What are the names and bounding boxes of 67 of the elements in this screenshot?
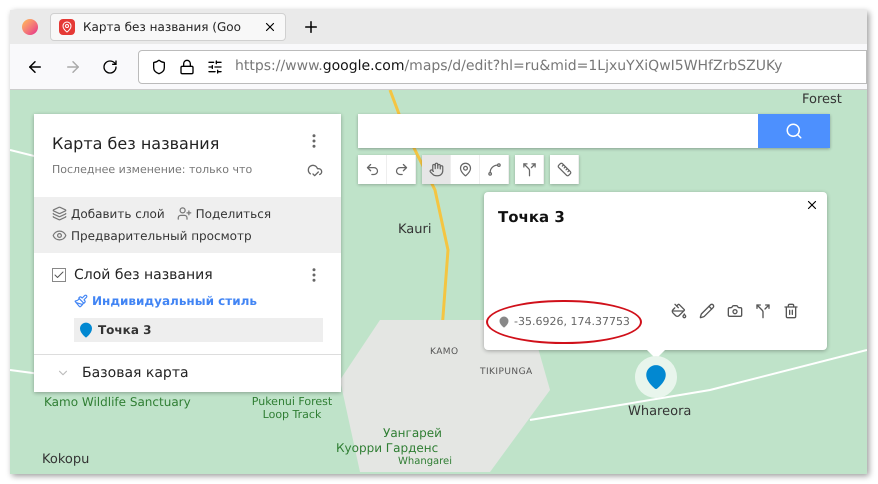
search-field[interactable] <box>358 114 758 148</box>
check-icon <box>53 269 65 281</box>
map-label: Уангарей <box>383 425 442 442</box>
map-label: Куорри Гарденс <box>336 440 438 456</box>
trash-icon[interactable] <box>783 302 799 319</box>
layer-name[interactable]: Слой без названия <box>74 264 213 286</box>
ruler-tool[interactable] <box>550 155 579 184</box>
tab-title: Карта без названия (Goo <box>83 19 242 36</box>
line-tool[interactable] <box>480 155 509 184</box>
lock-icon[interactable] <box>179 58 195 74</box>
redo-tool[interactable] <box>387 155 416 184</box>
ruler-icon <box>556 162 572 177</box>
paint-roller-icon <box>74 294 88 308</box>
url-text: https://www.google.com/maps/d/edit?hl=ru&mid=1LjxuYXiQwI5WHfZrbSZUKy <box>235 57 782 76</box>
map-pin-icon <box>59 19 75 35</box>
hand-tool[interactable] <box>422 155 451 184</box>
marker-icon[interactable] <box>635 356 677 398</box>
layer-checkbox[interactable] <box>52 268 66 282</box>
action-button[interactable]: Добавить слой <box>52 204 165 222</box>
marker-icon <box>458 162 472 177</box>
layers-icon <box>52 206 67 221</box>
action-button[interactable]: Поделиться <box>176 204 272 222</box>
map-label: TIKIPUNGA <box>480 366 533 379</box>
redo-icon <box>394 162 408 177</box>
map-label: Whangarei <box>398 455 452 469</box>
share-icon <box>176 206 192 221</box>
new-tab-icon[interactable] <box>302 18 320 36</box>
map-label: Kauri <box>398 221 432 239</box>
popup-title: Точка 3 <box>498 207 565 228</box>
shield-icon[interactable] <box>151 58 167 74</box>
close-icon[interactable] <box>805 198 819 212</box>
camera-icon[interactable] <box>727 302 743 319</box>
route-icon <box>522 162 536 177</box>
map-label: Forest <box>802 91 842 109</box>
last-edited-text: Последнее изменение: только что <box>52 162 252 178</box>
reload-icon[interactable] <box>102 58 118 74</box>
map-label: Whareora <box>628 403 692 421</box>
hand-icon <box>428 162 444 177</box>
line-icon <box>486 162 502 177</box>
undo-tool[interactable] <box>358 155 387 184</box>
undo-icon <box>364 162 380 177</box>
style-link[interactable]: Индивидуальный стиль <box>74 292 258 310</box>
browser-tab[interactable]: Карта без названия (Goo <box>50 13 286 41</box>
marker-tool[interactable] <box>451 155 480 184</box>
paint-bucket-icon[interactable] <box>671 302 687 319</box>
pencil-icon[interactable] <box>699 302 715 319</box>
directions-icon[interactable] <box>755 302 771 319</box>
address-bar[interactable]: https://www.google.com/maps/d/edit?hl=ru&mid=1LjxuYXiQwI5WHfZrbSZUKy <box>138 50 867 84</box>
map-label: Pukenui Forest Loop Track <box>250 395 334 421</box>
search-icon <box>785 122 803 140</box>
preview-icon <box>52 228 67 243</box>
map-label: Kokopu <box>42 451 90 469</box>
close-icon[interactable] <box>263 20 277 34</box>
search-button[interactable] <box>758 114 830 148</box>
map-title[interactable]: Карта без названия <box>52 132 220 156</box>
map-label: KAMO <box>430 346 459 359</box>
map-pin-icon <box>78 322 94 338</box>
layer-item[interactable]: Точка 3 <box>74 318 323 342</box>
map-label: Kamo Wildlife Sanctuary <box>44 394 191 411</box>
route-tool[interactable] <box>515 155 544 184</box>
pin-icon <box>498 316 510 328</box>
action-button[interactable]: Предварительный просмотр <box>52 226 252 244</box>
coordinates-text: -35.6926, 174.37753 <box>514 314 630 330</box>
browser-logo-icon[interactable] <box>22 19 38 35</box>
base-map-label[interactable]: Базовая карта <box>82 362 189 384</box>
cloud-check-icon <box>307 162 323 178</box>
permissions-icon[interactable] <box>207 58 223 74</box>
